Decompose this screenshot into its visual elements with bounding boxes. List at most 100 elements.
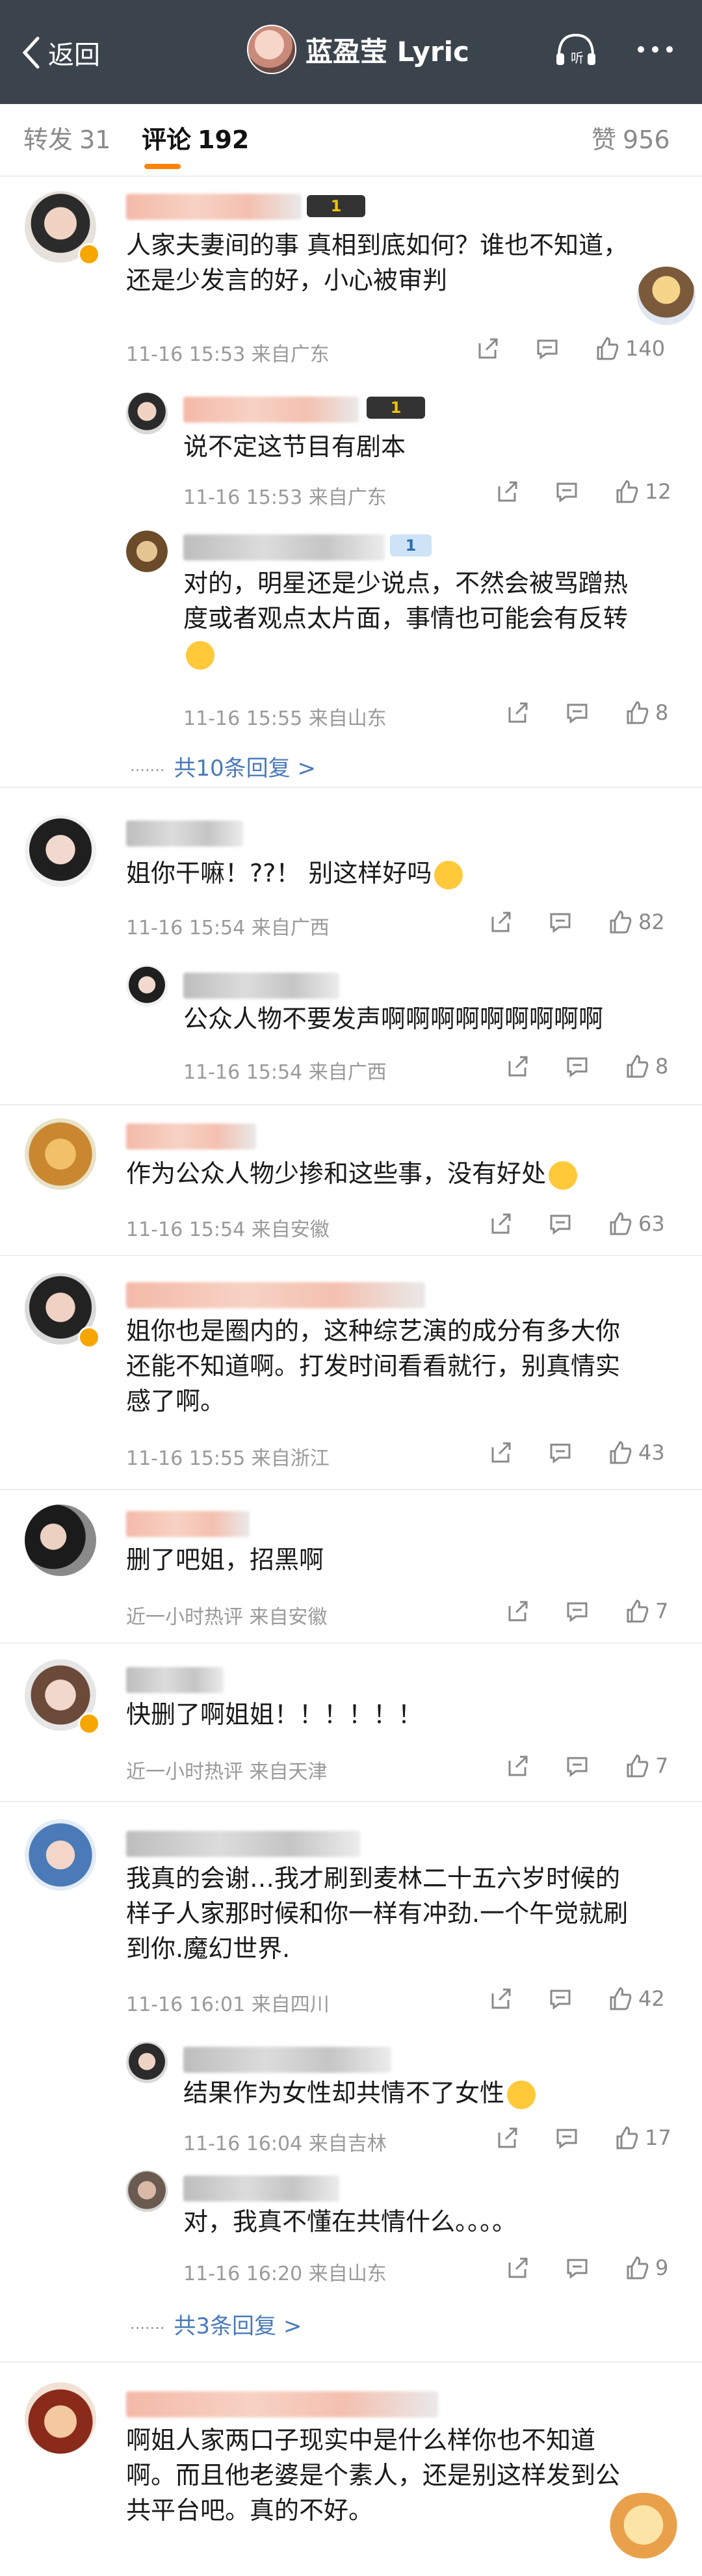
- like-button[interactable]: 63: [607, 1211, 665, 1237]
- like-button[interactable]: 140: [594, 335, 665, 361]
- share-button[interactable]: [504, 1598, 530, 1624]
- tab-reposts[interactable]: 转发 31: [23, 120, 110, 155]
- reply-username[interactable]: [183, 2175, 339, 2201]
- avatar[interactable]: [25, 815, 96, 887]
- more-replies-link[interactable]: ······· 共3条回复 >: [130, 2308, 302, 2340]
- reply-button[interactable]: [554, 2125, 580, 2151]
- comment-text: 姐你也是圈内的，这种综艺演的成分有多大你 还能不知道啊。打发时间看看就行，别真情实…: [126, 1317, 621, 1415]
- reply-button[interactable]: [547, 1211, 573, 1237]
- reply-username[interactable]: [183, 2047, 391, 2073]
- like-button[interactable]: 12: [614, 479, 671, 505]
- reply-button[interactable]: [564, 2255, 590, 2281]
- share-button[interactable]: [494, 479, 520, 505]
- like-count: 8: [655, 1054, 669, 1079]
- reply-avatar[interactable]: [126, 965, 168, 1006]
- username[interactable]: [126, 1282, 425, 1308]
- tab-comments[interactable]: 评论 192: [142, 120, 249, 155]
- profile-title[interactable]: 蓝盈莹 Lyric: [247, 25, 469, 74]
- reply-button[interactable]: [564, 1753, 590, 1779]
- reply-text: 结果作为女性却共情不了女性: [183, 2075, 536, 2110]
- reply-avatar[interactable]: [126, 531, 168, 572]
- comment-meta: 11-16 15:54 来自广西: [126, 917, 330, 940]
- reply-button[interactable]: [534, 335, 560, 361]
- share-button[interactable]: [504, 2255, 530, 2281]
- crying-emoji-icon: [434, 860, 463, 889]
- fan-level-badge: 1: [367, 397, 425, 419]
- reply-text: 说不定这节目有剧本: [183, 432, 406, 461]
- share-icon: [498, 2127, 517, 2148]
- chevron-left-icon: [22, 36, 40, 69]
- username[interactable]: [126, 2391, 438, 2417]
- fan-level-badge: 1: [390, 534, 432, 557]
- avatar[interactable]: [25, 1118, 96, 1190]
- username[interactable]: [126, 1124, 256, 1150]
- like-button[interactable]: 82: [607, 909, 665, 935]
- avatar[interactable]: [25, 1819, 96, 1891]
- like-button[interactable]: 17: [614, 2125, 671, 2151]
- like-count: 12: [645, 479, 671, 504]
- avatar[interactable]: [247, 25, 296, 74]
- like-button[interactable]: 8: [624, 700, 668, 726]
- reply-button[interactable]: [547, 1986, 573, 2012]
- comment-icon: [556, 482, 577, 503]
- like-button[interactable]: 7: [624, 1598, 668, 1624]
- more-replies-link[interactable]: ······· 共10条回复 >: [130, 750, 316, 782]
- like-button[interactable]: 8: [624, 1053, 668, 1079]
- comment-text: 快删了啊姐姐！！！！！！: [126, 1700, 423, 1729]
- comment-icon: [567, 2259, 588, 2279]
- share-button[interactable]: [504, 1053, 530, 1079]
- reply-avatar[interactable]: [126, 2042, 168, 2083]
- like-button[interactable]: 9: [624, 2255, 668, 2281]
- reply-username[interactable]: [183, 973, 339, 999]
- verified-badge: [78, 1326, 100, 1348]
- reply-button[interactable]: [547, 1439, 573, 1465]
- reply-username[interactable]: [183, 397, 359, 423]
- share-button[interactable]: [504, 1753, 530, 1779]
- share-button[interactable]: [488, 1986, 514, 2012]
- thumbs-up-icon: [627, 1055, 649, 1078]
- listen-button[interactable]: 听: [552, 30, 599, 69]
- username[interactable]: [126, 1511, 250, 1537]
- reply-username[interactable]: [183, 534, 385, 560]
- like-button[interactable]: 43: [607, 1439, 665, 1465]
- username[interactable]: [126, 194, 302, 220]
- username[interactable]: [126, 821, 243, 847]
- like-count: 42: [638, 1986, 665, 2011]
- share-button[interactable]: [494, 2125, 520, 2151]
- comment-icon: [567, 703, 588, 724]
- thumbs-up-icon: [627, 2256, 649, 2280]
- back-button[interactable]: 返回: [20, 34, 100, 72]
- avatar[interactable]: [25, 2382, 96, 2454]
- reply-button[interactable]: [564, 1598, 590, 1624]
- reply-avatar[interactable]: [126, 393, 168, 434]
- like-button[interactable]: 42: [607, 1986, 665, 2012]
- more-options-icon[interactable]: [632, 30, 679, 69]
- share-button[interactable]: [474, 335, 500, 361]
- reply-button[interactable]: [564, 700, 590, 726]
- thumbs-up-icon: [627, 701, 649, 724]
- comment-meta: 11-16 15:53 来自广东: [126, 343, 330, 366]
- like-button[interactable]: 7: [624, 1753, 668, 1779]
- divider: [0, 1801, 702, 1802]
- reply-avatar[interactable]: [126, 2170, 168, 2212]
- like-count: 8: [655, 700, 669, 725]
- comment-actions: 82: [488, 909, 665, 935]
- tab-likes[interactable]: 赞 956: [592, 120, 670, 155]
- thumbs-up-icon: [597, 337, 619, 360]
- comment-icon: [550, 1990, 571, 2010]
- shushing-emoji-icon: [549, 1161, 578, 1190]
- reply-button[interactable]: [547, 909, 573, 935]
- reply-button[interactable]: [564, 1053, 590, 1079]
- share-button[interactable]: [488, 1211, 514, 1237]
- share-button[interactable]: [488, 909, 514, 935]
- username[interactable]: [126, 1667, 224, 1693]
- reply-button[interactable]: [554, 479, 580, 505]
- comment-meta: 近一小时热评 来自天津: [126, 1761, 328, 1783]
- share-button[interactable]: [504, 700, 530, 726]
- username[interactable]: [126, 1831, 360, 1857]
- decorative-sticker: [637, 267, 696, 325]
- thumbs-up-icon: [610, 1987, 632, 2010]
- thumbs-up-icon: [627, 1754, 649, 1778]
- share-button[interactable]: [488, 1439, 514, 1465]
- avatar[interactable]: [25, 1505, 96, 1576]
